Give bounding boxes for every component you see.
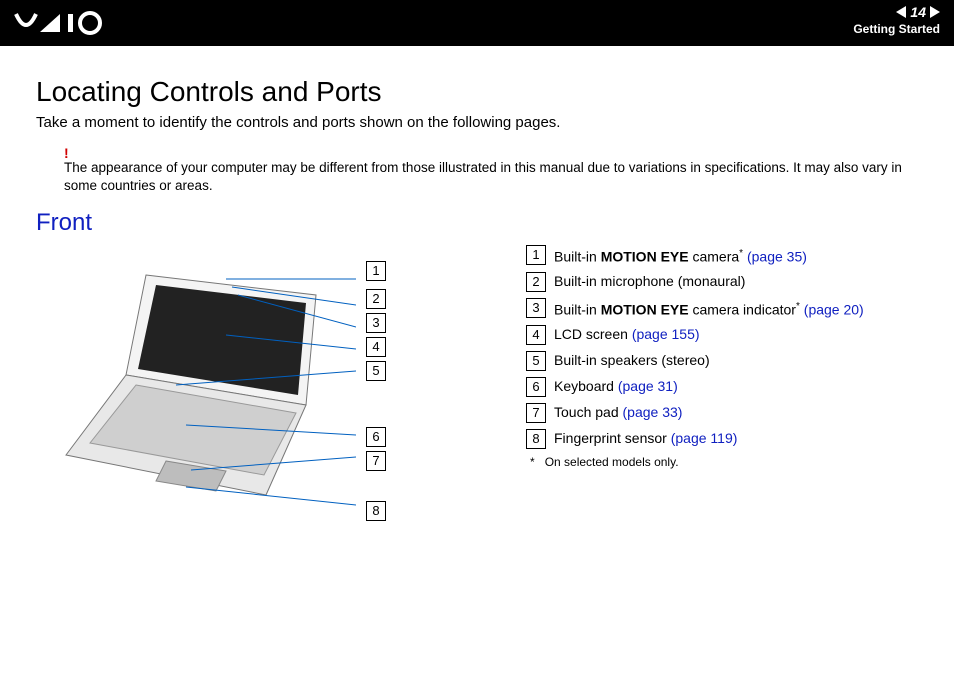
legend-item: 1 Built-in MOTION EYE camera* (page 35) [526, 245, 918, 266]
callout-box: 7 [366, 451, 386, 471]
legend-text: Built-in MOTION EYE camera* (page 35) [554, 245, 807, 266]
figure-callouts: 1 2 3 4 5 6 7 8 [366, 255, 386, 521]
legend-text: Built-in speakers (stereo) [554, 351, 710, 369]
figure-column: 1 2 3 4 5 6 7 8 [36, 245, 516, 555]
legend-item: 8 Fingerprint sensor (page 119) [526, 429, 918, 449]
page-link[interactable]: (page 35) [747, 249, 807, 265]
next-page-arrow[interactable] [930, 6, 940, 18]
legend-item: 3 Built-in MOTION EYE camera indicator* (… [526, 298, 918, 319]
callout-box: 2 [366, 289, 386, 309]
vaio-logo [14, 8, 134, 38]
legend-number: 3 [526, 298, 546, 318]
caution-icon: ! [64, 145, 918, 161]
legend-number: 6 [526, 377, 546, 397]
page-link[interactable]: (page 31) [618, 378, 678, 394]
page-link[interactable]: (page 119) [671, 430, 738, 446]
page-title: Locating Controls and Ports [36, 76, 918, 108]
legend-text: Touch pad (page 33) [554, 403, 682, 421]
legend-number: 2 [526, 272, 546, 292]
page-content: Locating Controls and Ports Take a momen… [0, 46, 954, 555]
legend-text: Keyboard (page 31) [554, 377, 678, 395]
header-bar: 14 Getting Started [0, 0, 954, 46]
callout-box: 1 [366, 261, 386, 281]
legend-item: 7 Touch pad (page 33) [526, 403, 918, 423]
legend-number: 7 [526, 403, 546, 423]
legend-number: 8 [526, 429, 546, 449]
footnote: * On selected models only. [526, 455, 918, 469]
callout-box: 4 [366, 337, 386, 357]
prev-page-arrow[interactable] [896, 6, 906, 18]
section-title: Getting Started [853, 22, 940, 36]
legend-text: LCD screen (page 155) [554, 325, 700, 343]
legend-text: Built-in MOTION EYE camera indicator* (p… [554, 298, 864, 319]
laptop-illustration [56, 265, 356, 525]
legend-item: 6 Keyboard (page 31) [526, 377, 918, 397]
page-link[interactable]: (page 20) [804, 302, 864, 318]
callout-box: 8 [366, 501, 386, 521]
legend-text: Built-in microphone (monaural) [554, 272, 745, 290]
legend-item: 2 Built-in microphone (monaural) [526, 272, 918, 292]
legend-number: 4 [526, 325, 546, 345]
callout-box: 3 [366, 313, 386, 333]
page-number: 14 [910, 4, 926, 20]
legend-column: 1Built-in MOTION EYE camera* (page 35)2B… [516, 245, 918, 468]
page-link[interactable]: (page 33) [623, 404, 683, 420]
legend-number: 5 [526, 351, 546, 371]
intro-text: Take a moment to identify the controls a… [36, 114, 918, 131]
legend-item: 5 Built-in speakers (stereo) [526, 351, 918, 371]
legend-number: 1 [526, 245, 546, 265]
callout-box: 5 [366, 361, 386, 381]
caution-note: ! The appearance of your computer may be… [36, 145, 918, 195]
page-link[interactable]: (page 155) [632, 326, 700, 342]
subheading-front: Front [36, 209, 918, 237]
caution-text: The appearance of your computer may be d… [64, 160, 902, 193]
legend-text: Fingerprint sensor (page 119) [554, 429, 737, 447]
legend-item: 4 LCD screen (page 155) [526, 325, 918, 345]
callout-box: 6 [366, 427, 386, 447]
